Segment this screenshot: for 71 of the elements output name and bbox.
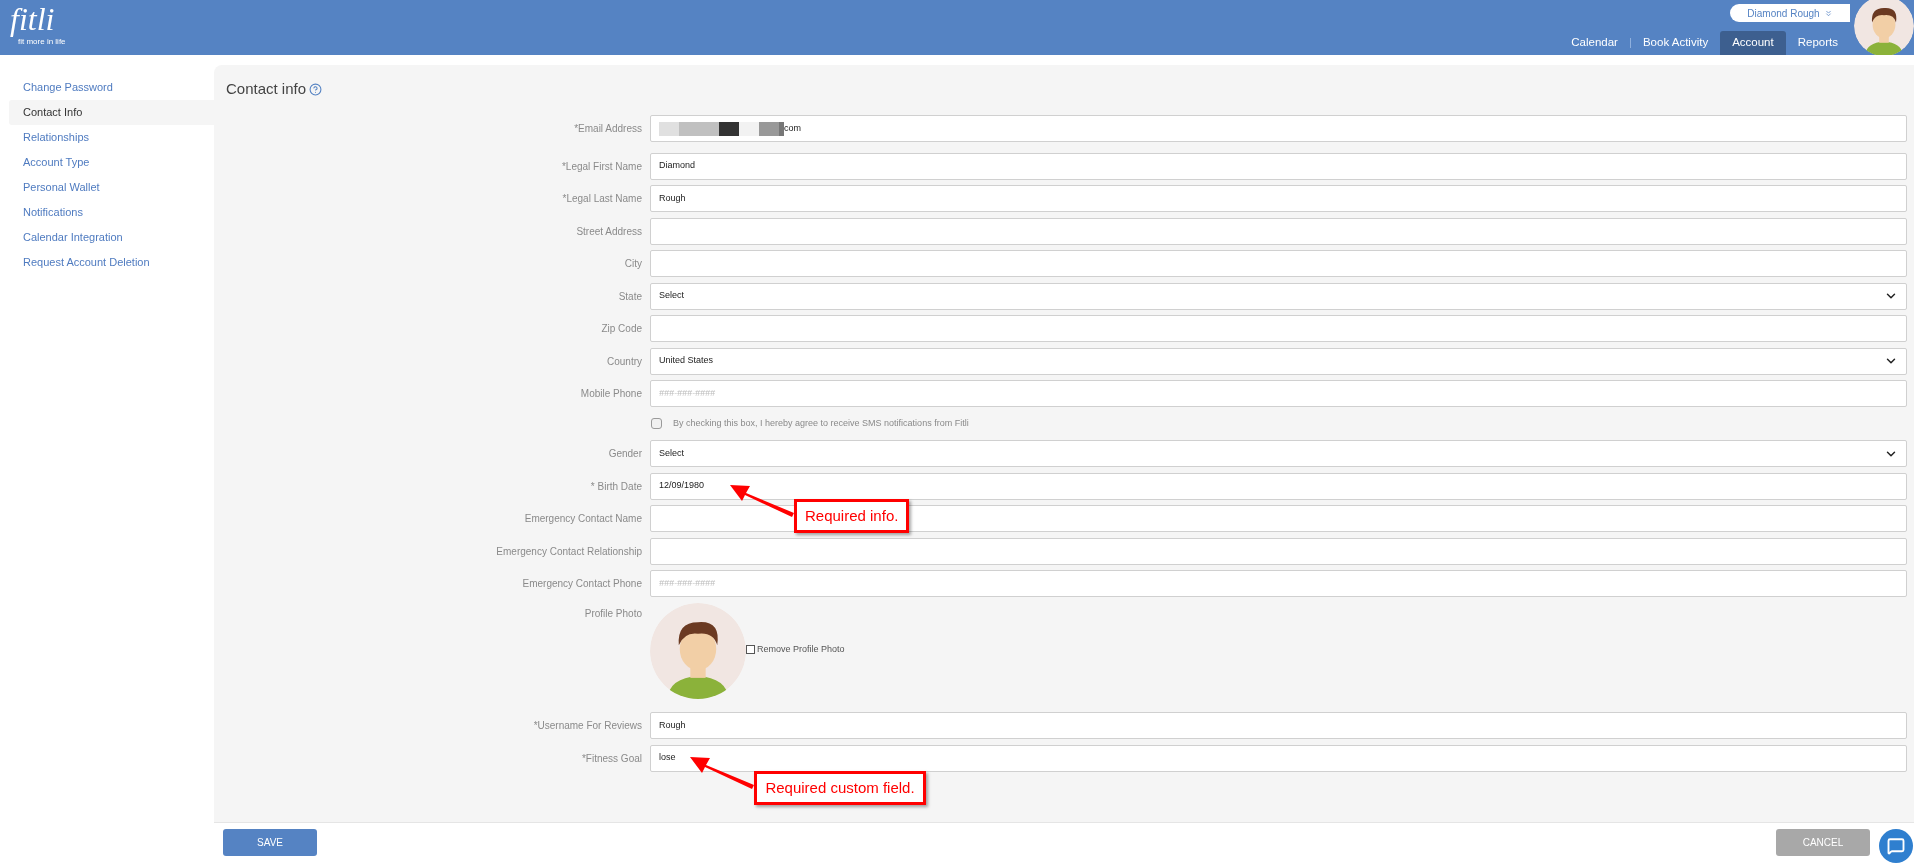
- field-label: *Legal First Name: [561, 159, 642, 174]
- select-field[interactable]: Select: [650, 440, 1907, 467]
- save-button[interactable]: SAVE: [223, 829, 317, 856]
- remove-photo-checkbox[interactable]: [746, 644, 755, 654]
- nav-tab[interactable]: Account: [1720, 31, 1786, 55]
- field-label: Street Address: [576, 224, 642, 239]
- field-value: United States: [659, 354, 714, 368]
- field-value: com: [784, 121, 801, 135]
- sidebar-item[interactable]: Personal Wallet: [9, 175, 214, 200]
- field-value: Select: [659, 446, 684, 460]
- input-field[interactable]: Rough: [650, 712, 1907, 739]
- sidebar-item[interactable]: Request Account Deletion: [9, 250, 214, 275]
- field-value: Diamond: [659, 159, 696, 173]
- nav-tab[interactable]: Calendar: [1559, 31, 1630, 55]
- page-title: Contact info: [226, 78, 307, 99]
- field-label: *Username For Reviews: [533, 719, 642, 733]
- select-field[interactable]: Select: [650, 282, 1907, 310]
- pointer-arrow: [690, 754, 755, 789]
- field-placeholder: ###-###-####: [659, 576, 716, 590]
- sidebar-item[interactable]: Notifications: [9, 200, 214, 225]
- field-label: State: [618, 289, 642, 304]
- field-label: Mobile Phone: [580, 387, 642, 401]
- field-label: Emergency Contact Relationship: [496, 544, 642, 559]
- nav-tab[interactable]: Reports: [1785, 31, 1850, 55]
- sms-checkbox[interactable]: [651, 418, 662, 429]
- field-label: Profile Photo: [584, 606, 642, 621]
- field-label: * Birth Date: [590, 479, 642, 494]
- chat-bubble-icon: [1887, 837, 1905, 855]
- sidebar-item[interactable]: Account Type: [9, 150, 214, 175]
- callout-label: Required info.: [794, 498, 910, 533]
- field-value: lose: [659, 751, 676, 765]
- remove-photo-label: Remove Profile Photo: [757, 642, 845, 656]
- field-placeholder: ###-###-####: [659, 386, 716, 400]
- input-field[interactable]: com: [650, 115, 1907, 142]
- user-menu[interactable]: Diamond Rough: [1730, 4, 1850, 22]
- field-label: Zip Code: [601, 322, 642, 336]
- field-value: Rough: [659, 718, 686, 732]
- sidebar-item[interactable]: Contact Info: [9, 100, 214, 125]
- field-label: City: [624, 257, 642, 271]
- field-label: Country: [607, 354, 642, 369]
- input-field[interactable]: [650, 217, 1907, 245]
- sidebar-item[interactable]: Change Password: [9, 75, 214, 100]
- field-value: 12/09/1980: [659, 479, 705, 493]
- field-label: *Legal Last Name: [562, 192, 642, 206]
- field-value: Rough: [659, 191, 686, 205]
- double-chevron-icon: [1823, 8, 1833, 18]
- input-field[interactable]: [650, 315, 1907, 342]
- field-label: Gender: [608, 447, 642, 461]
- field-label: *Fitness Goal: [581, 751, 642, 766]
- logo-tagline: fit more in life: [18, 37, 66, 46]
- field-label: Emergency Contact Phone: [522, 577, 642, 591]
- field-label: Emergency Contact Name: [524, 512, 642, 526]
- logo[interactable]: fitli: [10, 1, 66, 37]
- input-field[interactable]: [650, 250, 1907, 277]
- select-field[interactable]: United States: [650, 347, 1907, 375]
- input-field[interactable]: [650, 505, 1907, 532]
- consent-text: By checking this box, I hereby agree to receive SMS notifications from Fitli: [673, 416, 969, 430]
- input-field[interactable]: Diamond: [650, 152, 1907, 180]
- field-label: *Email Address: [574, 122, 642, 136]
- field-value: Select: [659, 289, 684, 303]
- help-icon[interactable]: [309, 82, 323, 96]
- input-field[interactable]: [650, 537, 1907, 565]
- nav-tab[interactable]: Book Activity: [1630, 31, 1721, 55]
- callout-label: Required custom field.: [754, 770, 926, 805]
- sidebar-item[interactable]: Relationships: [9, 125, 214, 150]
- user-avatar: [1854, 0, 1914, 55]
- sidebar-item[interactable]: Calendar Integration: [9, 225, 214, 250]
- pointer-arrow: [730, 482, 794, 517]
- input-field[interactable]: Rough: [650, 185, 1907, 212]
- input-field[interactable]: lose: [650, 744, 1907, 772]
- input-field[interactable]: 12/09/1980: [650, 472, 1907, 500]
